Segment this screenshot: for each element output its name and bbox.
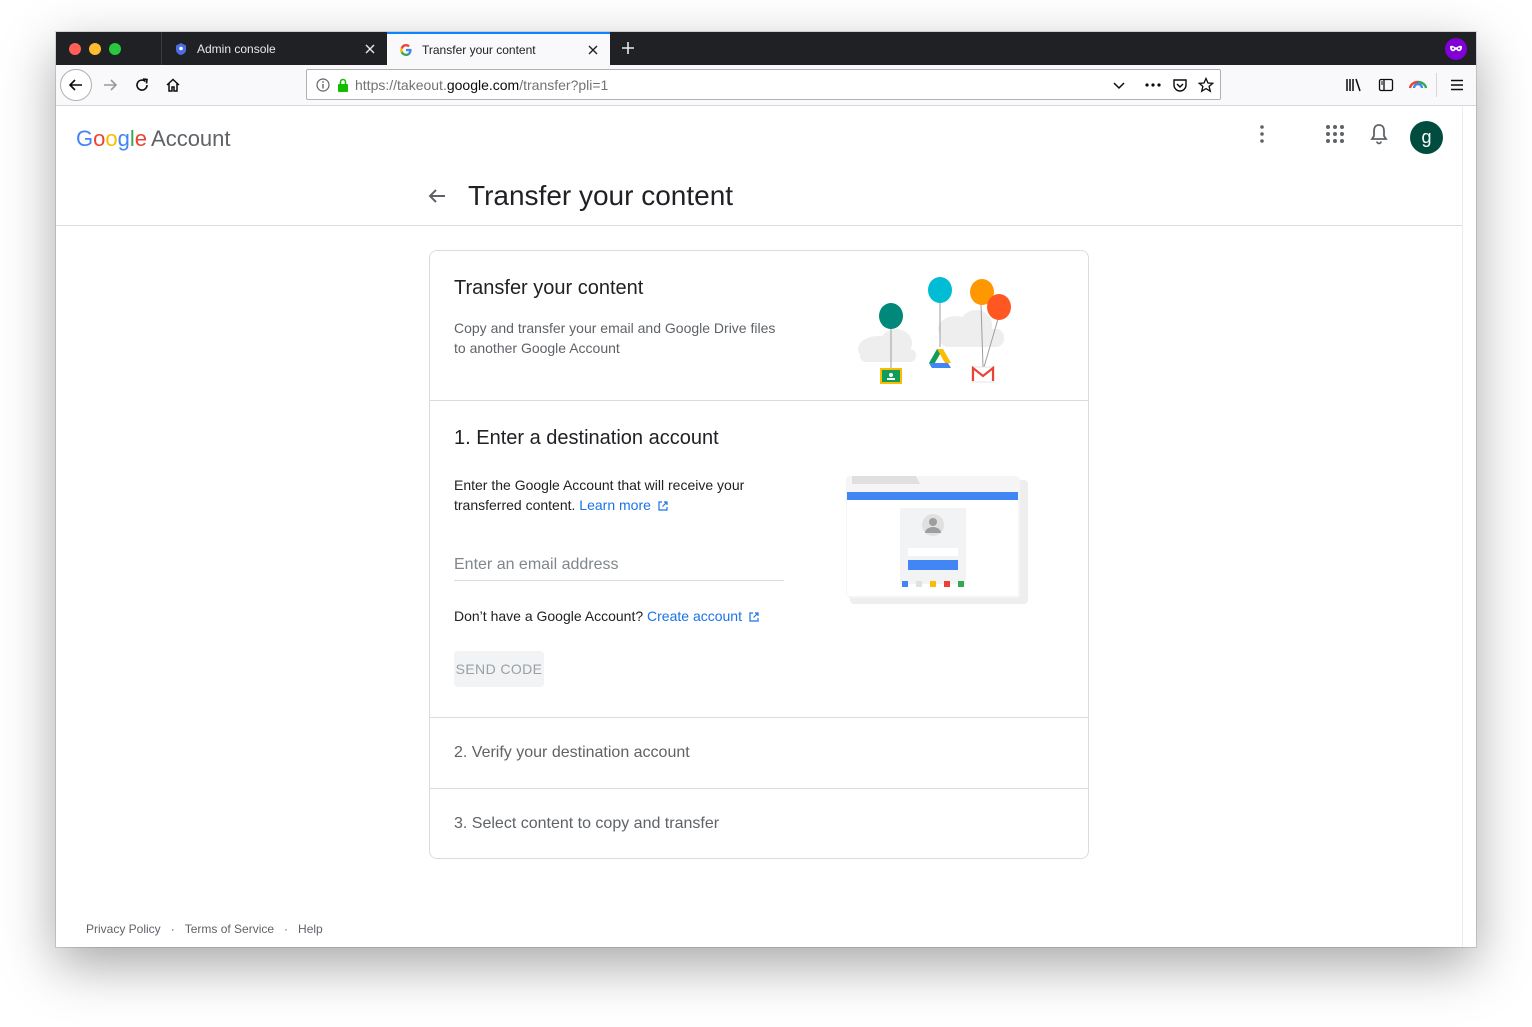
toolbar-separator	[1436, 73, 1437, 97]
maximize-window-button[interactable]	[109, 43, 121, 55]
step-1-title: 1. Enter a destination account	[454, 427, 719, 449]
transfer-card: Transfer your content Copy and transfer …	[429, 250, 1089, 859]
email-field[interactable]	[454, 551, 784, 581]
balloons-illustration	[858, 277, 1011, 384]
footer-separator: ·	[170, 922, 175, 936]
google-g-icon	[398, 42, 414, 58]
apps-grid-icon[interactable]	[1323, 122, 1347, 151]
page-title: Transfer your content	[468, 180, 734, 211]
logo-letter: o	[105, 126, 118, 151]
back-button[interactable]	[60, 69, 92, 101]
extension-icon[interactable]	[1402, 69, 1434, 101]
tab-label: Admin console	[197, 41, 276, 56]
step-3-section[interactable]: 3. Select content to copy and transfer	[430, 789, 1088, 859]
step-3-title: 3. Select content to copy and transfer	[454, 815, 720, 832]
minimize-window-button[interactable]	[89, 43, 101, 55]
step-2-section[interactable]: 2. Verify your destination account	[430, 718, 1088, 789]
send-code-button[interactable]: SEND CODE	[454, 651, 544, 687]
close-tab-icon[interactable]	[362, 41, 378, 57]
url-prefix: https://takeout.	[355, 76, 447, 93]
tab-strip: Admin console Transfer your content	[56, 32, 1476, 65]
help-link[interactable]: Help	[298, 922, 323, 936]
library-icon[interactable]	[1338, 69, 1370, 101]
url-domain: google.com	[446, 76, 520, 93]
google-account-logo[interactable]: Google Account	[76, 126, 231, 152]
tab-admin-console[interactable]: Admin console	[161, 32, 387, 65]
site-info-icon[interactable]	[316, 77, 330, 92]
external-link-icon[interactable]	[748, 611, 760, 623]
footer-separator: ·	[284, 922, 289, 936]
external-link-icon[interactable]	[657, 500, 669, 512]
step-1-section: 1. Enter a destination account Enter the…	[430, 401, 1088, 718]
no-account-label: Don’t have a Google Account?	[454, 608, 644, 624]
page-actions-icon[interactable]	[1144, 82, 1162, 88]
footer: Privacy Policy · Terms of Service · Help	[86, 922, 323, 936]
home-button[interactable]	[157, 69, 189, 101]
intro-section: Transfer your content Copy and transfer …	[430, 251, 1088, 401]
google-wordmark: Google	[76, 126, 147, 152]
header-divider	[56, 225, 1462, 226]
step-1-description: Enter the Google Account that will recei…	[454, 475, 774, 515]
logo-letter: o	[93, 126, 106, 151]
sidebar-toggle-icon[interactable]	[1370, 69, 1402, 101]
scrollbar-track[interactable]	[1462, 106, 1476, 947]
privacy-policy-link[interactable]: Privacy Policy	[86, 922, 161, 936]
hamburger-menu-icon[interactable]	[1441, 69, 1473, 101]
page-title-row: Transfer your content	[426, 180, 733, 212]
tab-label: Transfer your content	[422, 42, 536, 57]
intro-description: Copy and transfer your email and Google …	[454, 320, 776, 356]
account-wordmark: Account	[151, 126, 231, 151]
intro-title: Transfer your content	[454, 277, 644, 299]
browser-window: Admin console Transfer your content http…	[56, 32, 1476, 947]
new-tab-button[interactable]	[618, 38, 638, 58]
tab-transfer-your-content[interactable]: Transfer your content	[387, 32, 610, 65]
no-account-text: Don’t have a Google Account? Create acco…	[454, 608, 760, 624]
terms-of-service-link[interactable]: Terms of Service	[185, 922, 274, 936]
page-content: Google Account g Transfer your content T…	[56, 106, 1462, 947]
notifications-bell-icon[interactable]	[1367, 122, 1391, 151]
chevron-down-icon[interactable]	[1112, 78, 1126, 92]
bookmark-star-icon[interactable]	[1198, 76, 1214, 93]
learn-more-link[interactable]: Learn more	[579, 497, 651, 513]
close-window-button[interactable]	[69, 43, 81, 55]
reload-button[interactable]	[126, 69, 158, 101]
avatar[interactable]: g	[1410, 121, 1443, 154]
url-path: /transfer?pli=1	[519, 76, 609, 93]
url-bar[interactable]: https://takeout.google.com/transfer?pli=…	[306, 69, 1221, 100]
close-tab-icon[interactable]	[585, 42, 601, 58]
step-2-title: 2. Verify your destination account	[454, 744, 690, 761]
url-text[interactable]: https://takeout.google.com/transfer?pli=…	[355, 77, 608, 93]
navigation-toolbar: https://takeout.google.com/transfer?pli=…	[56, 65, 1476, 106]
logo-letter: G	[76, 126, 94, 151]
private-browsing-icon	[1445, 38, 1467, 60]
account-picker-illustration	[846, 476, 1028, 604]
email-input[interactable]	[454, 551, 784, 579]
more-options-icon[interactable]	[1250, 122, 1274, 151]
pocket-icon[interactable]	[1172, 77, 1188, 93]
admin-console-icon	[173, 41, 189, 57]
back-arrow-icon[interactable]	[426, 185, 448, 207]
forward-button[interactable]	[94, 69, 126, 101]
logo-letter: g	[117, 126, 130, 151]
create-account-link[interactable]: Create account	[647, 608, 742, 624]
lock-icon[interactable]	[337, 78, 349, 92]
logo-letter: e	[134, 126, 148, 151]
